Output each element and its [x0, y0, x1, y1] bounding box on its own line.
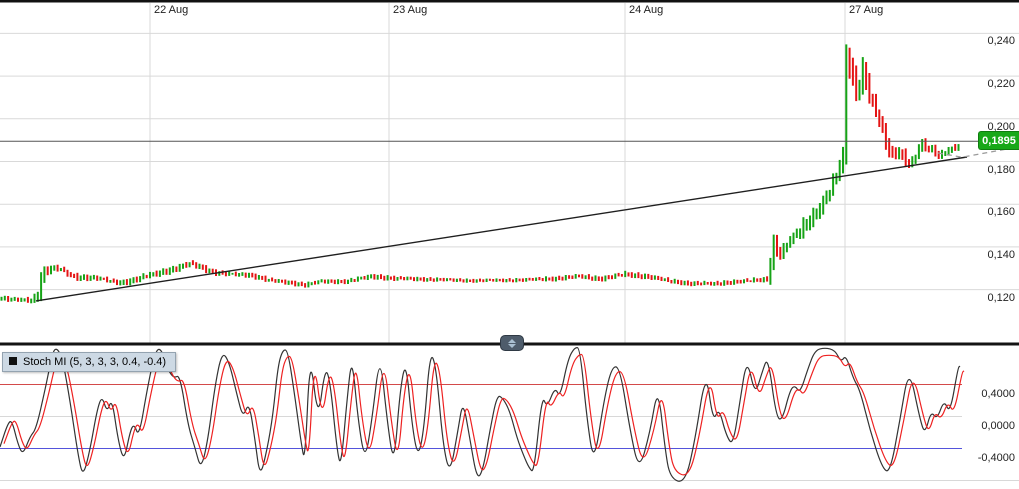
price-axis-label: 0,140 [987, 249, 1015, 261]
current-price-badge: 0,1895 [978, 131, 1019, 150]
chevron-up-icon [508, 339, 516, 343]
indicator-axis-label: 0,0000 [981, 420, 1015, 432]
price-axis-label: 0,240 [987, 35, 1015, 47]
indicator-axis-label: 0,4000 [981, 388, 1015, 400]
indicator-axis-label: -0,4000 [978, 452, 1015, 464]
series-signal [4, 354, 964, 474]
date-label: 23 Aug [393, 4, 427, 16]
indicator-legend-label: Stoch MI (5, 3, 3, 3, 0.4, -0.4) [23, 356, 166, 368]
price-axis-label: 0,160 [987, 206, 1015, 218]
chevron-down-icon [508, 344, 516, 348]
price-axis-label: 0,120 [987, 292, 1015, 304]
price-axis-label: 0,180 [987, 164, 1015, 176]
price-axis-label: 0,220 [987, 78, 1015, 90]
chart-canvas[interactable] [0, 0, 1019, 489]
date-label: 27 Aug [849, 4, 883, 16]
legend-marker-icon [9, 357, 17, 365]
indicator-legend[interactable]: Stoch MI (5, 3, 3, 3, 0.4, -0.4) [2, 352, 176, 372]
trading-chart-window: 22 Aug23 Aug24 Aug27 Aug0,2400,2200,2000… [0, 0, 1019, 489]
date-label: 24 Aug [629, 4, 663, 16]
panel-splitter-handle[interactable] [500, 335, 524, 351]
date-label: 22 Aug [154, 4, 188, 16]
